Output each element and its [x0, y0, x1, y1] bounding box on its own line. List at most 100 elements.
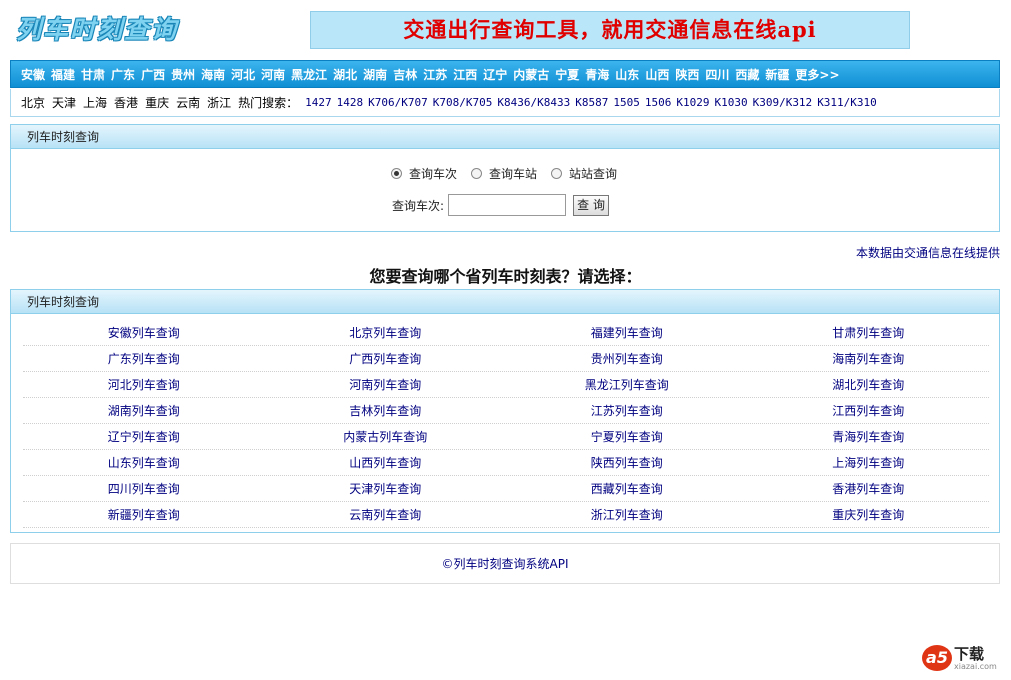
province-nav-item[interactable]: 安徽 [21, 66, 45, 83]
ad-banner[interactable]: 交通出行查询工具，就用交通信息在线api [310, 11, 910, 49]
province-nav-item[interactable]: 黑龙江 [291, 66, 327, 83]
province-query-link[interactable]: 广西列车查询 [265, 346, 507, 371]
province-nav-item[interactable]: 江苏 [423, 66, 447, 83]
province-nav-bar: 安徽 福建 甘肃 广东 广西 贵州 海南 河北 河南 黑龙江 湖北 湖南 吉林 江苏 江西 辽宁 内蒙古 宁夏 青海… [10, 60, 1000, 88]
province-query-link[interactable]: 江西列车查询 [748, 398, 990, 423]
province-query-link[interactable]: 香港列车查询 [748, 476, 990, 501]
province-nav-item[interactable]: 宁夏 [555, 66, 579, 83]
hot-train-link[interactable]: 1506 [645, 96, 672, 109]
footer-link[interactable]: ©列车时刻查询系统API [10, 543, 1000, 584]
train-number-input[interactable] [448, 194, 567, 216]
province-query-link[interactable]: 吉林列车查询 [265, 398, 507, 423]
province-nav-item[interactable]: 湖南 [363, 66, 387, 83]
province-nav-item[interactable]: 贵州 [171, 66, 195, 83]
province-query-link[interactable]: 湖北列车查询 [748, 372, 990, 397]
hot-city-link[interactable]: 云南 [176, 94, 200, 111]
province-grid-row: 湖南列车查询 吉林列车查询 江苏列车查询 江西列车查询 [23, 398, 989, 424]
province-query-link[interactable]: 宁夏列车查询 [506, 424, 748, 449]
province-query-link[interactable]: 云南列车查询 [265, 502, 507, 527]
hot-city-link[interactable]: 上海 [83, 94, 107, 111]
province-query-link[interactable]: 山西列车查询 [265, 450, 507, 475]
radio-circle-icon[interactable] [391, 168, 402, 179]
province-nav-item[interactable]: 新疆 [765, 66, 789, 83]
province-nav-item[interactable]: 更多>> [795, 66, 839, 83]
province-nav-item[interactable]: 内蒙古 [513, 66, 549, 83]
province-query-link[interactable]: 西藏列车查询 [506, 476, 748, 501]
province-query-link[interactable]: 福建列车查询 [506, 320, 748, 345]
province-query-link[interactable]: 新疆列车查询 [23, 502, 265, 527]
province-query-link[interactable]: 北京列车查询 [265, 320, 507, 345]
hot-city-link[interactable]: 香港 [114, 94, 138, 111]
province-nav-item[interactable]: 辽宁 [483, 66, 507, 83]
site-logo[interactable]: 列车时刻查询 [16, 10, 178, 46]
hot-city-link[interactable]: 北京 [21, 94, 45, 111]
province-query-link[interactable]: 甘肃列车查询 [748, 320, 990, 345]
hot-train-link[interactable]: 1427 [305, 96, 332, 109]
province-grid-row: 安徽列车查询 北京列车查询 福建列车查询 甘肃列车查询 [23, 320, 989, 346]
province-nav-item[interactable]: 江西 [453, 66, 477, 83]
province-query-link[interactable]: 青海列车查询 [748, 424, 990, 449]
hot-search-bar: 北京 天津 上海 香港 重庆 云南 浙江 热门搜索： 1427 1428 K706/K707 K708… [10, 89, 1000, 117]
province-query-link[interactable]: 海南列车查询 [748, 346, 990, 371]
province-query-link[interactable]: 河南列车查询 [265, 372, 507, 397]
train-query-panel: 列车时刻查询 查询车次 查询车站 站站查询 查询车次: 查 询 [10, 124, 1000, 232]
province-query-link[interactable]: 安徽列车查询 [23, 320, 265, 345]
query-type-radio[interactable]: 查询车站 [471, 165, 537, 182]
province-nav-item[interactable]: 海南 [201, 66, 225, 83]
hot-city-link[interactable]: 天津 [52, 94, 76, 111]
radio-label: 站站查询 [569, 167, 618, 181]
hot-train-link[interactable]: K1030 [714, 96, 747, 109]
query-type-radio[interactable]: 查询车次 [391, 165, 457, 182]
query-button[interactable]: 查 询 [573, 194, 610, 216]
hot-train-link[interactable]: K8436/K8433 [497, 96, 570, 109]
province-query-link[interactable]: 广东列车查询 [23, 346, 265, 371]
hot-city-link[interactable]: 浙江 [207, 94, 231, 111]
province-nav-item[interactable]: 河北 [231, 66, 255, 83]
province-grid-row: 山东列车查询 山西列车查询 陕西列车查询 上海列车查询 [23, 450, 989, 476]
query-type-radios: 查询车次 查询车站 站站查询 [391, 165, 631, 182]
province-nav-item[interactable]: 福建 [51, 66, 75, 83]
province-nav-item[interactable]: 四川 [705, 66, 729, 83]
province-query-link[interactable]: 陕西列车查询 [506, 450, 748, 475]
province-nav-item[interactable]: 广西 [141, 66, 165, 83]
province-nav-item[interactable]: 西藏 [735, 66, 759, 83]
panel-title: 列车时刻查询 [11, 125, 999, 149]
province-nav-item[interactable]: 吉林 [393, 66, 417, 83]
hot-train-link[interactable]: K8587 [575, 96, 608, 109]
province-query-link[interactable]: 湖南列车查询 [23, 398, 265, 423]
province-nav-item[interactable]: 青海 [585, 66, 609, 83]
hot-train-link[interactable]: K706/K707 [368, 96, 428, 109]
province-nav-item[interactable]: 山西 [645, 66, 669, 83]
hot-city-link[interactable]: 重庆 [145, 94, 169, 111]
province-query-link[interactable]: 天津列车查询 [265, 476, 507, 501]
province-query-link[interactable]: 贵州列车查询 [506, 346, 748, 371]
hot-train-link[interactable]: K309/K312 [753, 96, 813, 109]
hot-train-link[interactable]: K708/K705 [433, 96, 493, 109]
data-source-link[interactable]: 本数据由交通信息在线提供 [856, 244, 1000, 261]
province-nav-item[interactable]: 湖北 [333, 66, 357, 83]
province-nav-item[interactable]: 陕西 [675, 66, 699, 83]
province-grid-row: 辽宁列车查询 内蒙古列车查询 宁夏列车查询 青海列车查询 [23, 424, 989, 450]
province-query-link[interactable]: 上海列车查询 [748, 450, 990, 475]
hot-train-link[interactable]: 1428 [337, 96, 364, 109]
hot-train-link[interactable]: K311/K310 [817, 96, 877, 109]
province-query-link[interactable]: 江苏列车查询 [506, 398, 748, 423]
radio-circle-icon[interactable] [551, 168, 563, 179]
province-query-link[interactable]: 四川列车查询 [23, 476, 265, 501]
radio-label: 查询车站 [489, 167, 538, 181]
province-query-link[interactable]: 山东列车查询 [23, 450, 265, 475]
province-query-link[interactable]: 重庆列车查询 [748, 502, 990, 527]
province-query-link[interactable]: 浙江列车查询 [506, 502, 748, 527]
province-query-link[interactable]: 内蒙古列车查询 [265, 424, 507, 449]
province-nav-item[interactable]: 广东 [111, 66, 135, 83]
province-nav-item[interactable]: 山东 [615, 66, 639, 83]
query-type-radio[interactable]: 站站查询 [551, 165, 617, 182]
province-query-link[interactable]: 辽宁列车查询 [23, 424, 265, 449]
province-nav-item[interactable]: 甘肃 [81, 66, 105, 83]
hot-train-link[interactable]: K1029 [676, 96, 709, 109]
province-nav-item[interactable]: 河南 [261, 66, 285, 83]
province-query-link[interactable]: 河北列车查询 [23, 372, 265, 397]
radio-circle-icon[interactable] [471, 168, 483, 179]
province-query-link[interactable]: 黑龙江列车查询 [506, 372, 748, 397]
hot-train-link[interactable]: 1505 [613, 96, 640, 109]
